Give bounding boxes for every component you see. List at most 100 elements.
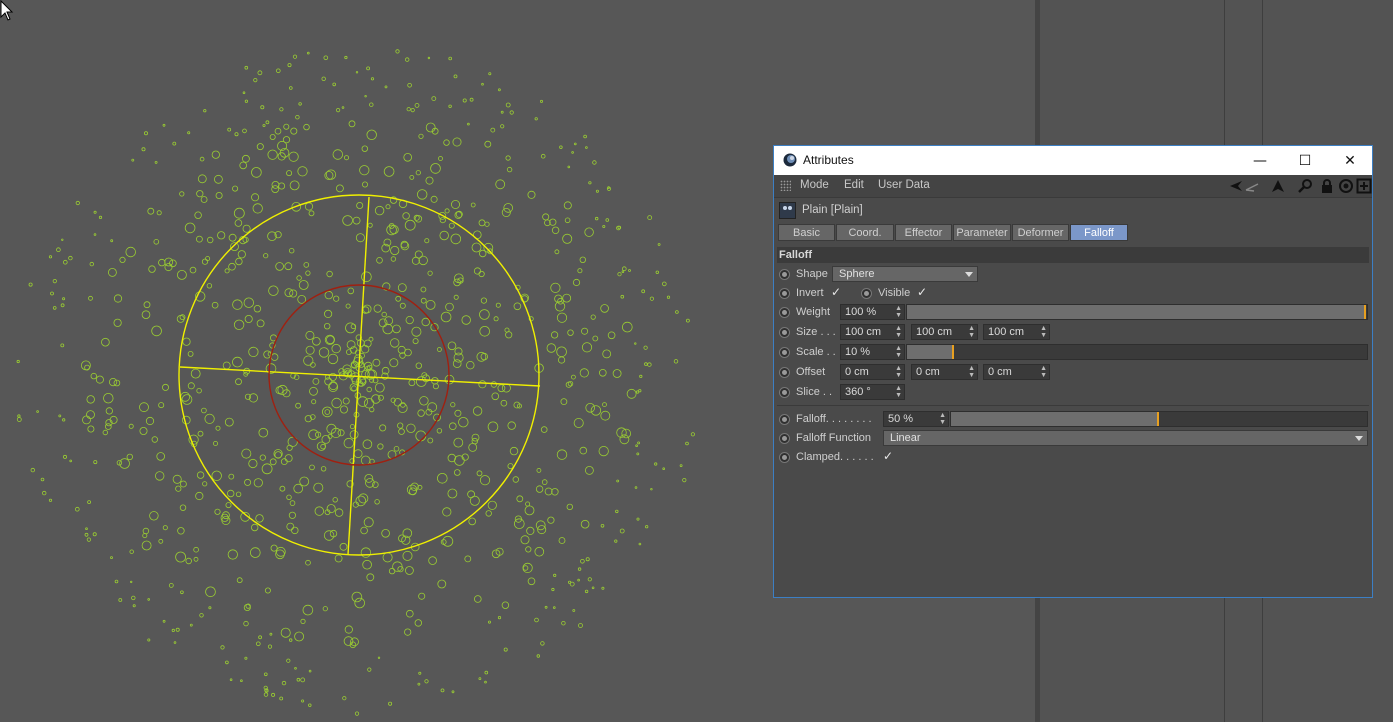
object-header: Plain [Plain] — [774, 198, 1372, 223]
size-y-input[interactable]: 100 cm ▲ ▼ — [911, 324, 978, 340]
maximize-button[interactable]: ☐ — [1282, 146, 1328, 175]
window-title: Attributes — [803, 153, 854, 167]
search-icon[interactable] — [1297, 178, 1313, 194]
tab-parameter[interactable]: Parameter — [953, 224, 1011, 241]
attribute-tabs: Basic Coord. Effector Parameter Deformer… — [778, 224, 1129, 241]
spinner-arrows-icon[interactable]: ▲ ▼ — [1040, 365, 1047, 379]
section-title: Falloff — [777, 247, 1369, 263]
offset-x-input[interactable]: 0 cm ▲ ▼ — [840, 364, 905, 380]
invert-label: Invert — [796, 287, 824, 299]
title-bar[interactable]: Attributes — ☐ ✕ — [774, 146, 1372, 175]
row-slice: Slice . . 360 ° ▲ ▼ — [774, 383, 1372, 403]
spinner-arrows-icon[interactable]: ▲ ▼ — [939, 412, 946, 426]
spinner-arrows-icon[interactable]: ▲ ▼ — [968, 365, 975, 379]
scale-value: 10 % — [845, 346, 871, 358]
minimize-button[interactable]: — — [1237, 146, 1283, 175]
slice-label: Slice . . — [796, 386, 833, 398]
offset-label: Offset — [796, 366, 826, 378]
tab-coord[interactable]: Coord. — [836, 224, 894, 241]
shape-dropdown[interactable]: Sphere — [832, 266, 978, 282]
falloff-function-dropdown[interactable]: Linear — [883, 430, 1368, 446]
mouse-cursor-icon — [0, 0, 14, 21]
tab-deformer[interactable]: Deformer — [1012, 224, 1069, 241]
row-invert-visible: Invert ✓ Visible ✓ — [774, 284, 1372, 304]
row-clamped: Clamped. . . . . . ✓ — [774, 448, 1372, 468]
falloff-input[interactable]: 50 % ▲ ▼ — [883, 411, 949, 427]
size-y-value: 100 cm — [916, 326, 953, 338]
animate-radio-icon[interactable] — [779, 307, 790, 318]
target-icon[interactable] — [1338, 178, 1354, 194]
menu-mode[interactable]: Mode — [800, 179, 829, 191]
tab-falloff[interactable]: Falloff — [1070, 224, 1128, 241]
falloff-function-label: Falloff Function — [796, 432, 872, 444]
falloff-label: Falloff. . . . . . . . — [796, 413, 872, 425]
spinner-arrows-icon[interactable]: ▲ ▼ — [895, 325, 902, 339]
new-panel-icon[interactable] — [1356, 178, 1372, 194]
plain-effector-icon — [779, 202, 796, 219]
up-arrow-icon[interactable] — [1270, 178, 1286, 194]
chevron-down-icon — [965, 272, 973, 277]
invert-checkbox[interactable]: ✓ — [830, 286, 842, 299]
size-label: Size . . . — [796, 326, 836, 338]
falloff-slider[interactable] — [950, 411, 1368, 427]
size-x-value: 100 cm — [845, 326, 882, 338]
offset-z-value: 0 cm — [988, 366, 1012, 378]
falloff-function-value: Linear — [890, 432, 921, 444]
visible-checkbox[interactable]: ✓ — [916, 286, 928, 299]
weight-input[interactable]: 100 % ▲ ▼ — [840, 304, 905, 320]
weight-value: 100 % — [845, 306, 877, 318]
offset-z-input[interactable]: 0 cm ▲ ▼ — [983, 364, 1050, 380]
object-name: Plain [Plain] — [802, 204, 863, 216]
row-shape: Shape Sphere — [774, 265, 1372, 285]
spinner-arrows-icon[interactable]: ▲ ▼ — [968, 325, 975, 339]
size-z-input[interactable]: 100 cm ▲ ▼ — [983, 324, 1050, 340]
menu-user-data[interactable]: User Data — [878, 179, 930, 191]
offset-y-value: 0 cm — [916, 366, 940, 378]
animate-radio-icon[interactable] — [779, 288, 790, 299]
spinner-arrows-icon[interactable]: ▲ ▼ — [895, 365, 902, 379]
animate-radio-icon[interactable] — [779, 452, 790, 463]
animate-radio-icon[interactable] — [779, 414, 790, 425]
menu-edit[interactable]: Edit — [844, 179, 864, 191]
scale-slider[interactable] — [906, 344, 1368, 360]
animate-radio-icon[interactable] — [779, 347, 790, 358]
lock-icon[interactable] — [1319, 178, 1335, 194]
offset-y-input[interactable]: 0 cm ▲ ▼ — [911, 364, 978, 380]
shape-value: Sphere — [839, 268, 875, 280]
tab-basic[interactable]: Basic — [778, 224, 835, 241]
close-button[interactable]: ✕ — [1327, 146, 1373, 175]
spinner-arrows-icon[interactable]: ▲ ▼ — [895, 385, 902, 399]
row-falloff: Falloff. . . . . . . . 50 % ▲ ▼ — [774, 410, 1372, 430]
animate-radio-icon[interactable] — [779, 433, 790, 444]
animate-radio-icon[interactable] — [861, 288, 872, 299]
animate-radio-icon[interactable] — [779, 367, 790, 378]
back-arrow-icon[interactable] — [1228, 178, 1244, 194]
slice-input[interactable]: 360 ° ▲ ▼ — [840, 384, 905, 400]
attributes-window[interactable]: Attributes — ☐ ✕ Mode Edit User Data Pla… — [773, 145, 1373, 598]
weight-slider[interactable] — [906, 304, 1368, 320]
spinner-arrows-icon[interactable]: ▲ ▼ — [895, 305, 902, 319]
spinner-arrows-icon[interactable]: ▲ ▼ — [1040, 325, 1047, 339]
falloff-value: 50 % — [888, 413, 914, 425]
size-x-input[interactable]: 100 cm ▲ ▼ — [840, 324, 905, 340]
clamped-checkbox[interactable]: ✓ — [882, 450, 894, 463]
scale-label: Scale . . — [796, 346, 836, 358]
tab-effector[interactable]: Effector — [895, 224, 952, 241]
weight-label: Weight — [796, 306, 831, 318]
scale-input[interactable]: 10 % ▲ ▼ — [840, 344, 905, 360]
animate-radio-icon[interactable] — [779, 387, 790, 398]
forward-arrow-icon[interactable] — [1244, 178, 1260, 194]
menu-bar: Mode Edit User Data — [774, 175, 1372, 198]
minimize-icon: — — [1253, 152, 1267, 169]
offset-x-value: 0 cm — [845, 366, 869, 378]
animate-radio-icon[interactable] — [779, 269, 790, 280]
clamped-label: Clamped. . . . . . — [796, 451, 874, 463]
row-scale: Scale . . 10 % ▲ ▼ — [774, 343, 1372, 363]
size-z-value: 100 cm — [988, 326, 1025, 338]
section-divider — [777, 405, 1369, 406]
animate-radio-icon[interactable] — [779, 327, 790, 338]
row-weight: Weight 100 % ▲ ▼ — [774, 303, 1372, 323]
grip-icon[interactable] — [780, 180, 791, 191]
spinner-arrows-icon[interactable]: ▲ ▼ — [895, 345, 902, 359]
particle-cloud — [16, 49, 696, 716]
